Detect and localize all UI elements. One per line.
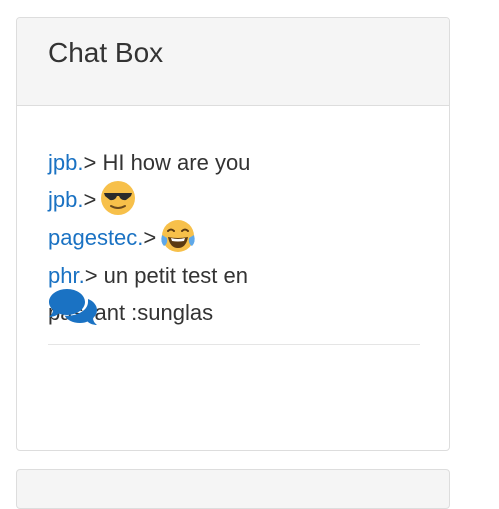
message-item: pagestec.>	[48, 219, 288, 257]
panel-heading: Chat Box	[17, 18, 449, 106]
next-panel	[16, 469, 450, 509]
message-username-link[interactable]: jpb.	[48, 150, 83, 175]
open-chat-button[interactable]	[47, 286, 99, 330]
message-separator: >	[83, 150, 97, 175]
message-separator: >	[84, 263, 98, 289]
message-username-link[interactable]: phr.	[48, 263, 85, 288]
message-item: jpb.> HI how are you	[48, 144, 288, 181]
message-separator: >	[83, 187, 97, 212]
message-item: jpb.>	[48, 181, 288, 219]
divider	[48, 344, 420, 345]
chat-box-panel: Chat Box jpb.> HI how are you jpb.> page…	[16, 17, 450, 451]
message-username-link[interactable]: pagestec.	[48, 225, 143, 250]
message-username-link[interactable]: jpb.	[48, 187, 83, 212]
comments-icon	[47, 289, 99, 334]
message-separator: >	[143, 225, 157, 251]
panel-title: Chat Box	[48, 37, 164, 68]
tears-of-joy-emoji-icon	[160, 218, 196, 254]
message-text: HI how are you	[96, 150, 251, 175]
sunglasses-emoji-icon	[100, 180, 136, 216]
